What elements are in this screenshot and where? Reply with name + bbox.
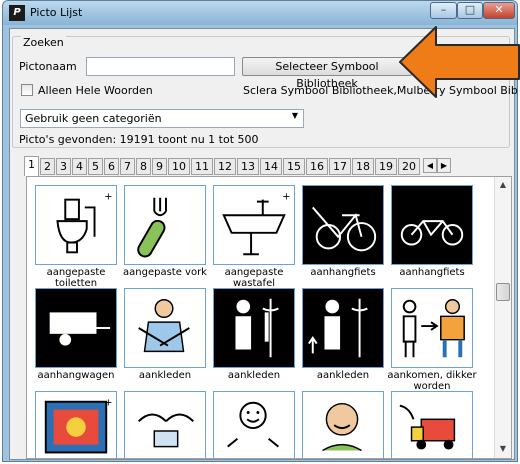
picto-label: aangepaste wastafel <box>224 267 284 289</box>
scroll-down-icon[interactable]: ▼ <box>495 441 511 457</box>
svg-text:+: + <box>104 398 112 409</box>
tab-page-13[interactable]: 13 <box>237 158 259 175</box>
tab-page-20[interactable]: 20 <box>398 158 420 175</box>
title-bar[interactable]: P Picto Lijst – □ ✕ <box>3 1 517 25</box>
picto-grid: + aangepaste toiletten aangepaste vork + aan… <box>26 176 512 459</box>
dressing-arrow-icon[interactable] <box>302 288 384 368</box>
category-select[interactable]: Gebruik geen categoriën ▼ <box>20 109 304 128</box>
scroll-up-icon[interactable]: ▲ <box>495 177 511 193</box>
tab-page-16[interactable]: 16 <box>306 158 328 175</box>
toy-truck-icon[interactable] <box>391 391 473 458</box>
tab-page-3[interactable]: 3 <box>56 158 71 175</box>
tv-screen-icon[interactable]: + <box>35 391 117 458</box>
select-library-button[interactable]: Selecteer Symbool Bibliotheek <box>242 57 412 90</box>
whole-words-label: Alleen Hele Woorden <box>38 84 153 97</box>
tab-page-11[interactable]: 11 <box>191 158 213 175</box>
picto-label: aankleden <box>227 370 281 381</box>
picto-app-icon: P <box>9 5 25 21</box>
vertical-scrollbar[interactable]: ▲ ▼ <box>494 177 511 458</box>
tab-page-7[interactable]: 7 <box>120 158 135 175</box>
tab-page-5[interactable]: 5 <box>88 158 103 175</box>
adapted-fork-icon[interactable] <box>124 185 206 265</box>
category-select-value: Gebruik geen categoriën <box>25 112 162 125</box>
annotation-arrow-icon <box>399 26 520 98</box>
tab-page-4[interactable]: 4 <box>72 158 87 175</box>
picto-name-input[interactable] <box>86 57 235 76</box>
scroll-right-icon[interactable]: ▶ <box>437 158 451 173</box>
thumbs-up-person-icon[interactable] <box>213 391 295 458</box>
close-button[interactable]: ✕ <box>483 2 515 19</box>
tandem-bike-icon[interactable] <box>391 185 473 265</box>
search-group-label: Zoeken <box>21 36 66 49</box>
scrollbar-thumb[interactable] <box>496 283 510 301</box>
gaining-weight-icon[interactable] <box>391 288 473 368</box>
svg-text:+: + <box>104 192 112 203</box>
tab-page-10[interactable]: 10 <box>168 158 190 175</box>
minimize-button[interactable]: – <box>430 2 457 19</box>
dressing-coat-icon[interactable] <box>213 288 295 368</box>
picto-label: aanhangwagen <box>37 370 115 381</box>
picto-label: aankomen, dikker worden <box>387 370 477 392</box>
scroll-left-icon[interactable]: ◀ <box>423 158 437 173</box>
tab-page-19[interactable]: 19 <box>375 158 397 175</box>
tab-page-6[interactable]: 6 <box>104 158 119 175</box>
tab-page-17[interactable]: 17 <box>329 158 351 175</box>
tab-page-15[interactable]: 15 <box>283 158 305 175</box>
picto-label: aanhangfiets <box>310 267 376 278</box>
car-trailer-icon[interactable] <box>35 288 117 368</box>
picto-name-label: Pictonaam <box>19 60 77 73</box>
tab-page-12[interactable]: 12 <box>214 158 236 175</box>
tab-page-8[interactable]: 8 <box>136 158 151 175</box>
adapted-toilet-icon[interactable]: + <box>35 185 117 265</box>
tab-page-18[interactable]: 18 <box>352 158 374 175</box>
happy-person-icon[interactable] <box>302 391 384 458</box>
tab-page-2[interactable]: 2 <box>40 158 55 175</box>
whole-words-checkbox[interactable] <box>21 84 33 96</box>
tab-page-1[interactable]: 1 <box>24 156 39 176</box>
picto-label: aangepaste toiletten <box>46 267 106 289</box>
picto-label: aangepaste vork <box>123 267 207 278</box>
tab-page-9[interactable]: 9 <box>152 158 167 175</box>
trailer-bike-icon[interactable] <box>302 185 384 265</box>
svg-text:+: + <box>282 192 290 203</box>
tab-page-14[interactable]: 14 <box>260 158 282 175</box>
getting-dressed-icon[interactable] <box>124 288 206 368</box>
maximize-button[interactable]: □ <box>457 2 483 19</box>
adapted-sink-icon[interactable]: + <box>213 185 295 265</box>
found-count-text: Picto's gevonden: 19191 toont nu 1 tot 5… <box>19 133 259 146</box>
hands-paper-icon[interactable] <box>124 391 206 458</box>
picto-label: aanhangfiets <box>399 267 465 278</box>
window-title: Picto Lijst <box>30 6 83 19</box>
picto-label: aankleden <box>138 370 192 381</box>
picto-label: aankleden <box>316 370 370 381</box>
chevron-down-icon: ▼ <box>291 111 298 120</box>
